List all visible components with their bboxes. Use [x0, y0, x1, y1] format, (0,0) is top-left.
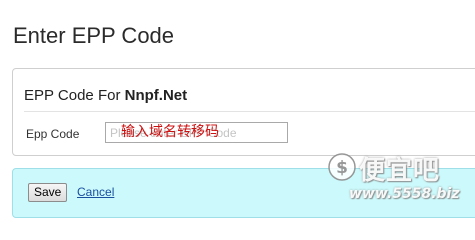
panel-heading: EPP Code For Nnpf.Net	[24, 87, 187, 104]
panel-heading-prefix: EPP Code For	[24, 87, 121, 104]
epp-code-input[interactable]	[105, 122, 288, 143]
page-title: Enter EPP Code	[13, 23, 175, 48]
cancel-link[interactable]: Cancel	[77, 185, 114, 199]
epp-code-label: Epp Code	[26, 127, 80, 141]
save-button[interactable]: Save	[28, 183, 68, 202]
actions-bar: Save Cancel	[12, 168, 475, 218]
epp-panel: EPP Code For Nnpf.Net Epp Code	[12, 68, 475, 156]
panel-divider	[24, 111, 475, 112]
page: Enter EPP Code EPP Code For Nnpf.Net Epp…	[0, 0, 475, 218]
domain-name: Nnpf.Net	[124, 87, 188, 104]
